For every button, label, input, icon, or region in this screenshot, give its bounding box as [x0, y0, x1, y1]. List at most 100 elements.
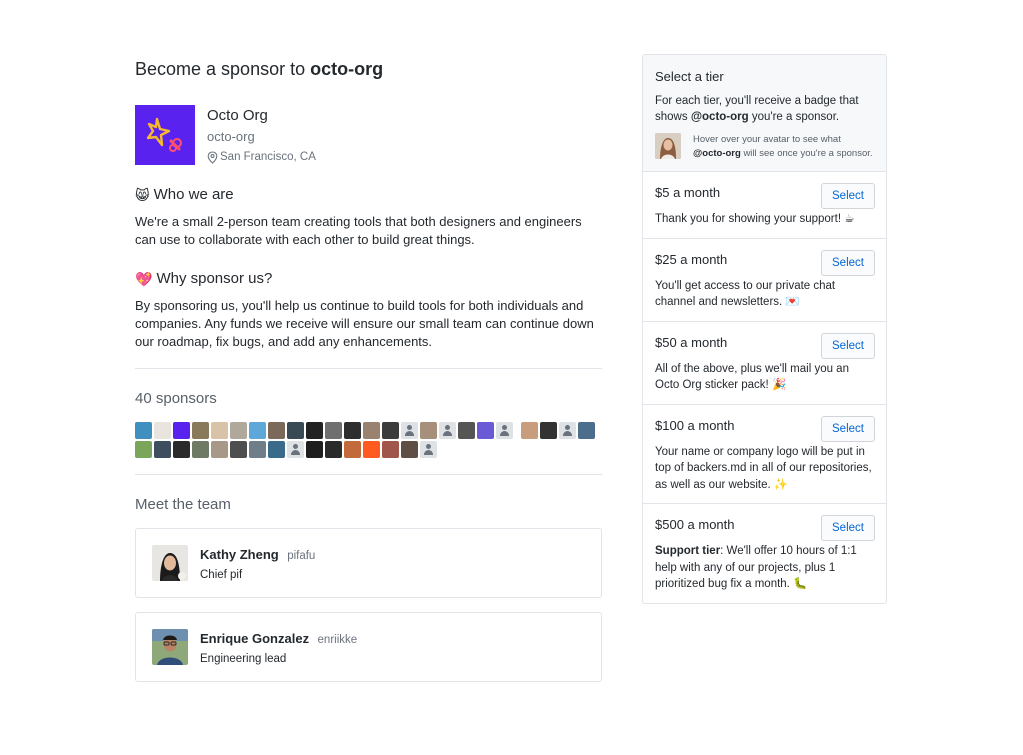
sponsor-avatar[interactable]	[458, 422, 475, 439]
sponsor-avatar[interactable]	[135, 441, 152, 458]
team-member-login: pifafu	[287, 549, 316, 562]
sponsor-avatar[interactable]	[173, 422, 190, 439]
avatar[interactable]	[152, 545, 188, 581]
page-title: Become a sponsor to octo-org	[135, 58, 602, 80]
org-name[interactable]: Octo Org	[207, 106, 316, 126]
user-avatar-icon	[655, 133, 681, 159]
badge-hint-suffix: will see once you're a sponsor.	[743, 148, 873, 159]
why-text: By sponsoring us, you'll help us continu…	[135, 298, 594, 349]
avatar[interactable]	[152, 629, 188, 665]
sponsor-avatar[interactable]	[521, 422, 538, 439]
kathy-avatar-icon	[152, 545, 188, 581]
sponsor-avatar[interactable]	[496, 422, 513, 439]
sponsor-avatar[interactable]	[154, 441, 171, 458]
select-tier-button[interactable]: Select	[821, 415, 875, 442]
team-member-name[interactable]: Kathy Zheng	[200, 547, 279, 562]
avatar[interactable]	[655, 133, 681, 159]
sponsor-avatar[interactable]	[363, 441, 380, 458]
sponsor-avatar[interactable]	[192, 422, 209, 439]
tier-item: $100 a month Select Your name or company…	[643, 405, 886, 504]
who-heading-text: Who we are	[153, 186, 234, 203]
sponsor-avatar[interactable]	[540, 422, 557, 439]
sponsor-avatar[interactable]	[382, 422, 399, 439]
tier-description: Your name or company logo will be put in…	[655, 445, 872, 491]
sponsor-avatar[interactable]	[559, 422, 576, 439]
sponsor-avatar[interactable]	[344, 422, 361, 439]
sponsor-avatar[interactable]	[268, 422, 285, 439]
team-member-name[interactable]: Enrique Gonzalez	[200, 631, 309, 646]
sponsor-avatar-grid	[135, 422, 605, 460]
team-member-login: enriikke	[317, 633, 358, 646]
select-tier-button[interactable]: Select	[821, 183, 875, 209]
sponsor-avatar[interactable]	[439, 422, 456, 439]
sponsor-avatar[interactable]	[344, 441, 361, 458]
tier-description: All of the above, plus we'll mail you an…	[655, 362, 849, 392]
sponsor-avatar[interactable]	[382, 441, 399, 458]
team-member-card[interactable]: Enrique Gonzalez enriikke Engineering le…	[135, 612, 602, 682]
tier-item: $5 a month Select Thank you for showing …	[643, 172, 886, 239]
badge-hint-org: @octo-org	[693, 148, 741, 159]
sponsors-count: 40 sponsors	[135, 390, 217, 407]
badge-preview: Hover over your avatar to see what @octo…	[655, 133, 874, 161]
team-member-role: Chief pif	[200, 568, 243, 581]
sponsor-avatar[interactable]	[192, 441, 209, 458]
select-tier-button[interactable]: Select	[821, 332, 875, 359]
sponsor-avatar[interactable]	[287, 441, 304, 458]
sponsor-avatar[interactable]	[401, 422, 418, 439]
team-member-role: Engineering lead	[200, 652, 287, 665]
badge-hint-prefix: Hover over your avatar to see what	[693, 134, 841, 145]
org-login: octo-org	[207, 129, 255, 144]
octo-logo-icon	[146, 117, 182, 152]
sponsor-avatar[interactable]	[230, 441, 247, 458]
sponsor-avatar[interactable]	[249, 441, 266, 458]
divider	[135, 474, 602, 475]
why-heading: 💖 Why sponsor us?	[135, 269, 602, 289]
sponsor-avatar[interactable]	[401, 441, 418, 458]
sponsor-avatar[interactable]	[211, 422, 228, 439]
tier-description: Support tier: We'll offer 10 hours of 1:…	[655, 543, 874, 593]
org-logo[interactable]	[135, 105, 195, 165]
tier-item: $500 a month Select Support tier: We'll …	[643, 504, 886, 603]
sponsor-avatar[interactable]	[268, 441, 285, 458]
page-title-org[interactable]: octo-org	[310, 59, 383, 79]
tier-description-strong: Support tier	[655, 545, 721, 557]
sponsor-avatar[interactable]	[325, 441, 342, 458]
sponsor-avatar[interactable]	[363, 422, 380, 439]
sponsor-avatar[interactable]	[578, 422, 595, 439]
sponsor-avatar[interactable]	[420, 441, 437, 458]
sponsor-avatar[interactable]	[287, 422, 304, 439]
org-summary: Octo Org octo-org San Francisco, CA	[135, 105, 602, 165]
sponsor-avatar[interactable]	[154, 422, 171, 439]
tier-item: $25 a month Select You'll get access to …	[643, 239, 886, 322]
sponsor-avatar[interactable]	[306, 422, 323, 439]
tier-intro: For each tier, you'll receive a badge th…	[655, 93, 874, 125]
tier-intro-org: @octo-org	[690, 111, 749, 123]
tier-description: Thank you for showing your support! ☕	[655, 213, 855, 225]
tier-intro-suffix: you're a sponsor.	[751, 111, 840, 123]
sponsor-avatar[interactable]	[230, 422, 247, 439]
who-heading: 😸 Who we are	[135, 185, 602, 205]
enrique-avatar-icon	[152, 629, 188, 665]
tier-selector: Select a tier For each tier, you'll rece…	[642, 54, 887, 604]
cat-emoji-icon: 😸	[135, 187, 150, 203]
sponsor-avatar[interactable]	[211, 441, 228, 458]
sponsor-avatar[interactable]	[249, 422, 266, 439]
why-heading-text: Why sponsor us?	[156, 270, 273, 287]
sponsor-avatar[interactable]	[477, 422, 494, 439]
select-tier-button[interactable]: Select	[821, 515, 875, 541]
sponsor-avatar[interactable]	[420, 422, 437, 439]
team-member-card[interactable]: Kathy Zheng pifafu Chief pif	[135, 528, 602, 598]
badge-hint: Hover over your avatar to see what @octo…	[693, 133, 873, 161]
team-heading: Meet the team	[135, 496, 231, 513]
divider	[135, 368, 602, 369]
sponsor-avatar[interactable]	[325, 422, 342, 439]
tier-header: Select a tier For each tier, you'll rece…	[643, 55, 886, 172]
org-location-text: San Francisco, CA	[220, 151, 316, 163]
org-location: San Francisco, CA	[207, 149, 316, 165]
sponsor-avatar[interactable]	[135, 422, 152, 439]
sponsor-avatar[interactable]	[173, 441, 190, 458]
who-text: We're a small 2-person team creating too…	[135, 214, 582, 247]
tier-item: $50 a month Select All of the above, plu…	[643, 322, 886, 405]
sponsor-avatar[interactable]	[306, 441, 323, 458]
select-tier-button[interactable]: Select	[821, 249, 875, 276]
